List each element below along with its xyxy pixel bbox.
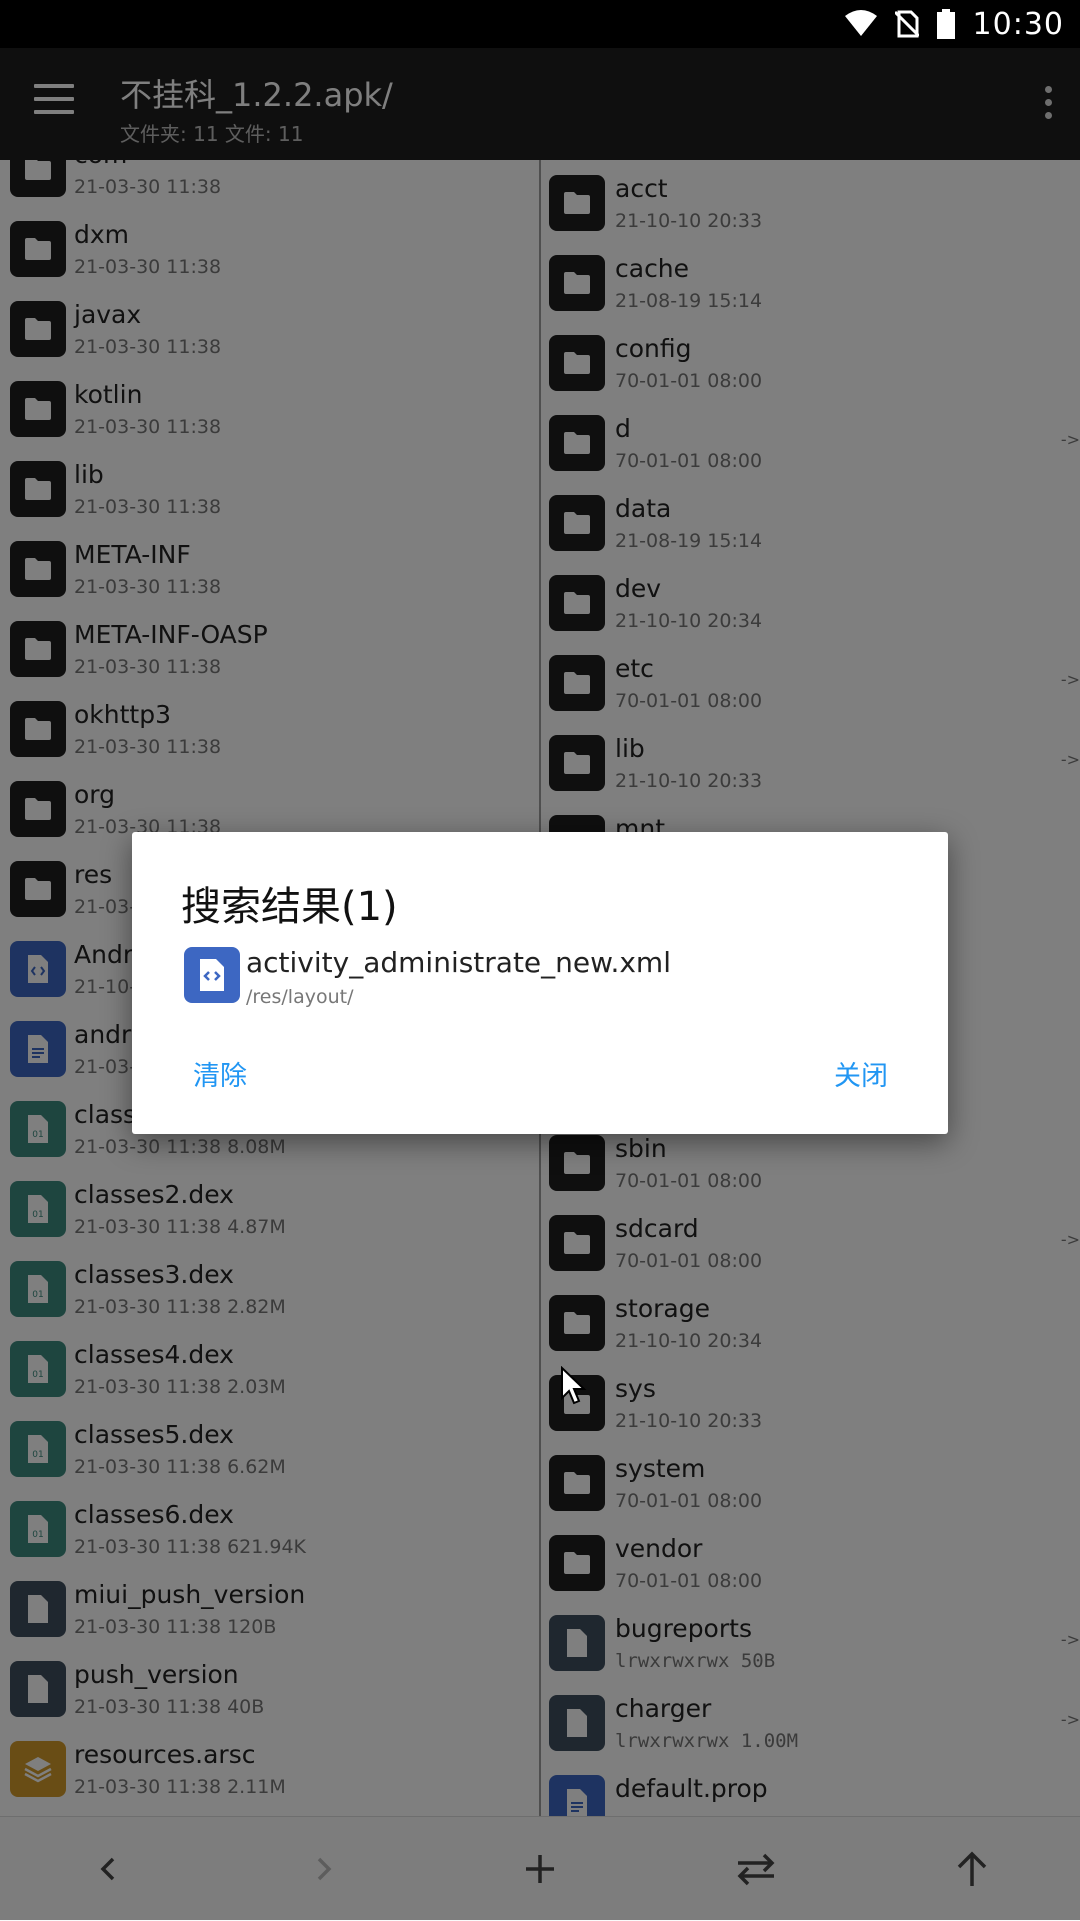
- search-result-name[interactable]: activity_administrate_new.xml: [246, 946, 671, 979]
- battery-icon: [936, 9, 955, 39]
- dialog-title: 搜索结果(1): [181, 884, 398, 930]
- mouse-cursor-icon: [560, 1365, 588, 1410]
- close-button[interactable]: 关闭: [834, 1054, 888, 1093]
- no-sim-icon: [894, 10, 919, 38]
- status-bar: 10:30: [0, 0, 1080, 48]
- clock: 10:30: [972, 6, 1064, 42]
- wifi-icon: [844, 10, 877, 38]
- xml-file-icon[interactable]: [184, 947, 240, 1003]
- search-result-path: /res/layout/: [246, 986, 354, 1008]
- clear-button[interactable]: 清除: [193, 1054, 247, 1093]
- search-results-dialog: 搜索结果(1) activity_administrate_new.xml /r…: [132, 832, 948, 1134]
